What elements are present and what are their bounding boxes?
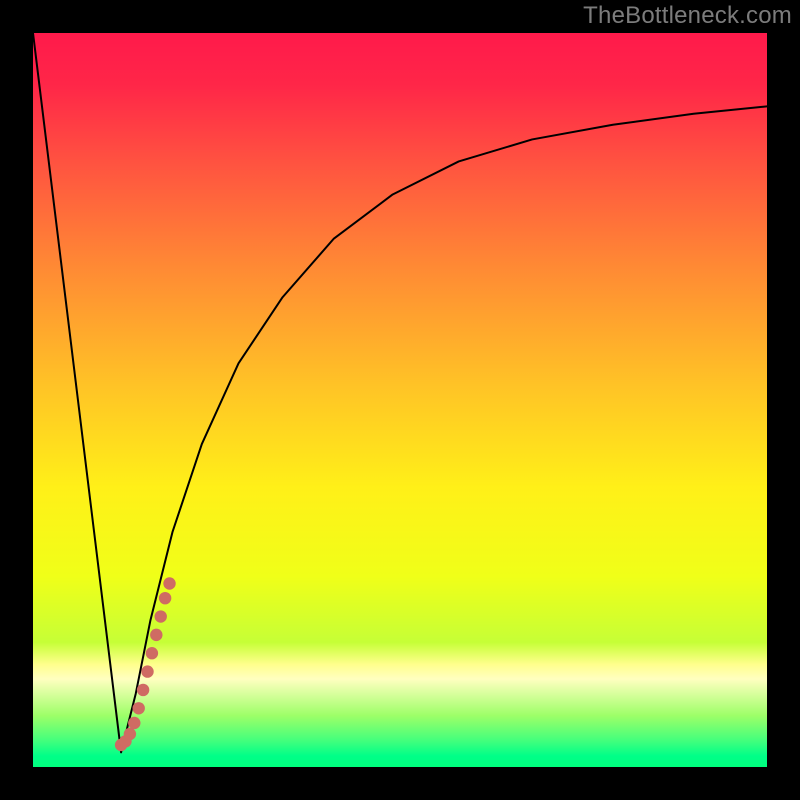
highlight-dot bbox=[155, 610, 167, 622]
highlight-dot bbox=[124, 728, 136, 740]
bottleneck-chart bbox=[33, 33, 767, 767]
highlight-dot bbox=[159, 592, 171, 604]
highlight-dot bbox=[141, 665, 153, 677]
highlight-dot bbox=[150, 629, 162, 641]
highlight-dot bbox=[137, 684, 149, 696]
plot-area bbox=[33, 33, 767, 767]
highlight-dot bbox=[146, 647, 158, 659]
highlight-dot bbox=[163, 577, 175, 589]
highlight-dot bbox=[128, 717, 140, 729]
chart-stage: TheBottleneck.com bbox=[0, 0, 800, 800]
highlight-dot bbox=[133, 702, 145, 714]
watermark-text: TheBottleneck.com bbox=[583, 2, 792, 30]
